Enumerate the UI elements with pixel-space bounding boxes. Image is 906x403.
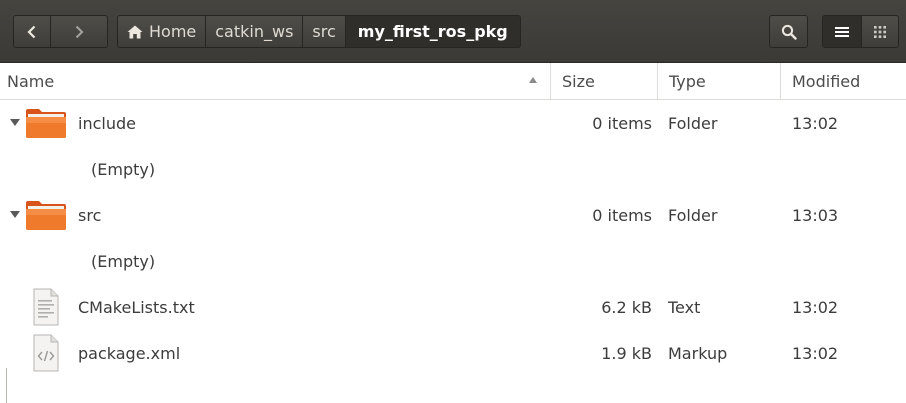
folder-icon — [25, 192, 67, 238]
file-type: Markup — [668, 343, 728, 363]
column-header-label: Size — [562, 71, 595, 91]
chevron-left-icon — [27, 25, 36, 38]
file-row-src[interactable]: src 0 items Folder 13:03 — [0, 192, 906, 238]
empty-label: (Empty) — [91, 159, 156, 179]
file-list: include 0 items Folder 13:02 (Empty) src… — [0, 100, 906, 376]
chevron-right-icon — [75, 25, 84, 38]
file-modified: 13:03 — [792, 205, 839, 225]
file-type: Folder — [668, 205, 718, 225]
file-size: 0 items — [592, 113, 652, 133]
grid-view-icon — [874, 25, 886, 38]
column-header-label: Type — [669, 71, 706, 91]
breadcrumb-label: catkin_ws — [215, 22, 294, 41]
grid-view-button[interactable] — [861, 15, 899, 48]
file-name: package.xml — [78, 343, 181, 363]
file-row-include[interactable]: include 0 items Folder 13:02 — [0, 100, 906, 146]
markup-file-icon — [25, 330, 67, 376]
file-name: include — [78, 113, 136, 133]
folder-icon — [25, 100, 67, 146]
column-header-bar: Name Size Type Modified — [0, 63, 906, 100]
column-header-modified[interactable]: Modified — [782, 63, 906, 99]
file-name: src — [78, 205, 102, 225]
expander-arrow-icon[interactable] — [9, 192, 21, 238]
list-view-button[interactable] — [822, 15, 862, 48]
file-row-cmakelists[interactable]: CMakeLists.txt 6.2 kB Text 13:02 — [0, 284, 906, 330]
file-modified: 13:02 — [792, 343, 839, 363]
scrollbar-edge — [6, 368, 7, 403]
breadcrumb-home[interactable]: Home — [117, 15, 207, 48]
column-header-label: Name — [7, 71, 55, 91]
file-row-package-xml[interactable]: package.xml 1.9 kB Markup 13:02 — [0, 330, 906, 376]
breadcrumb-label: my_first_ros_pkg — [357, 22, 508, 41]
home-icon — [127, 25, 143, 38]
file-size: 0 items — [592, 205, 652, 225]
back-button[interactable] — [13, 15, 51, 48]
forward-button[interactable] — [50, 15, 108, 48]
header-bar: Home catkin_ws src my_first_ros_pkg — [0, 0, 906, 63]
breadcrumb-label: Home — [149, 22, 197, 41]
list-view-icon — [835, 26, 849, 37]
file-type: Folder — [668, 113, 718, 133]
file-name: CMakeLists.txt — [78, 297, 195, 317]
text-file-icon — [25, 284, 67, 330]
file-size: 6.2 kB — [601, 297, 652, 317]
column-header-size[interactable]: Size — [552, 63, 658, 99]
file-modified: 13:02 — [792, 113, 839, 133]
search-button[interactable] — [769, 15, 808, 48]
breadcrumb-label: src — [312, 22, 336, 41]
file-type: Text — [668, 297, 701, 317]
expander-arrow-icon[interactable] — [9, 100, 21, 146]
file-modified: 13:02 — [792, 297, 839, 317]
column-header-type[interactable]: Type — [659, 63, 781, 99]
empty-label: (Empty) — [91, 251, 156, 271]
sort-ascending-icon — [529, 77, 537, 83]
column-header-label: Modified — [792, 71, 861, 91]
search-icon — [781, 24, 797, 40]
column-header-name[interactable]: Name — [0, 63, 551, 99]
empty-placeholder-row: (Empty) — [0, 146, 906, 192]
empty-placeholder-row: (Empty) — [0, 238, 906, 284]
breadcrumb-current[interactable]: my_first_ros_pkg — [345, 15, 521, 48]
breadcrumb-src[interactable]: src — [303, 15, 346, 48]
file-size: 1.9 kB — [601, 343, 652, 363]
breadcrumb-catkin-ws[interactable]: catkin_ws — [206, 15, 304, 48]
path-bar: Home catkin_ws src my_first_ros_pkg — [117, 15, 521, 48]
